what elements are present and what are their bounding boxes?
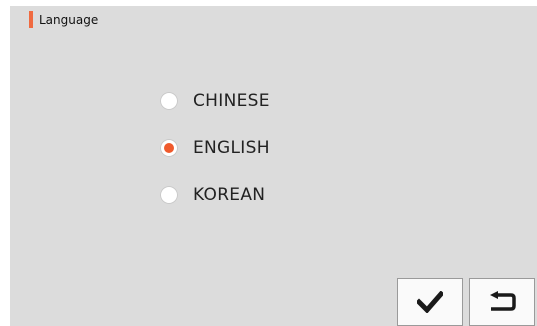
- radio-label: CHINESE: [193, 91, 270, 111]
- radio-label: ENGLISH: [193, 138, 270, 158]
- radio-option-english[interactable]: ENGLISH: [160, 135, 270, 161]
- check-icon: [417, 291, 443, 313]
- radio-button[interactable]: [160, 186, 178, 204]
- confirm-button[interactable]: [397, 278, 463, 326]
- radio-option-chinese[interactable]: CHINESE: [160, 88, 270, 114]
- radio-selected-dot: [164, 143, 174, 153]
- header-accent-bar: [29, 11, 33, 28]
- return-icon: [490, 291, 516, 311]
- radio-label: KOREAN: [193, 185, 266, 205]
- screen-header: Language: [10, 6, 537, 32]
- language-screen: Language CHINESE ENGLISH KOREAN: [10, 6, 537, 326]
- radio-button[interactable]: [160, 139, 178, 157]
- radio-option-korean[interactable]: KOREAN: [160, 182, 265, 208]
- page-title: Language: [39, 13, 99, 27]
- back-button[interactable]: [469, 278, 535, 326]
- radio-button[interactable]: [160, 92, 178, 110]
